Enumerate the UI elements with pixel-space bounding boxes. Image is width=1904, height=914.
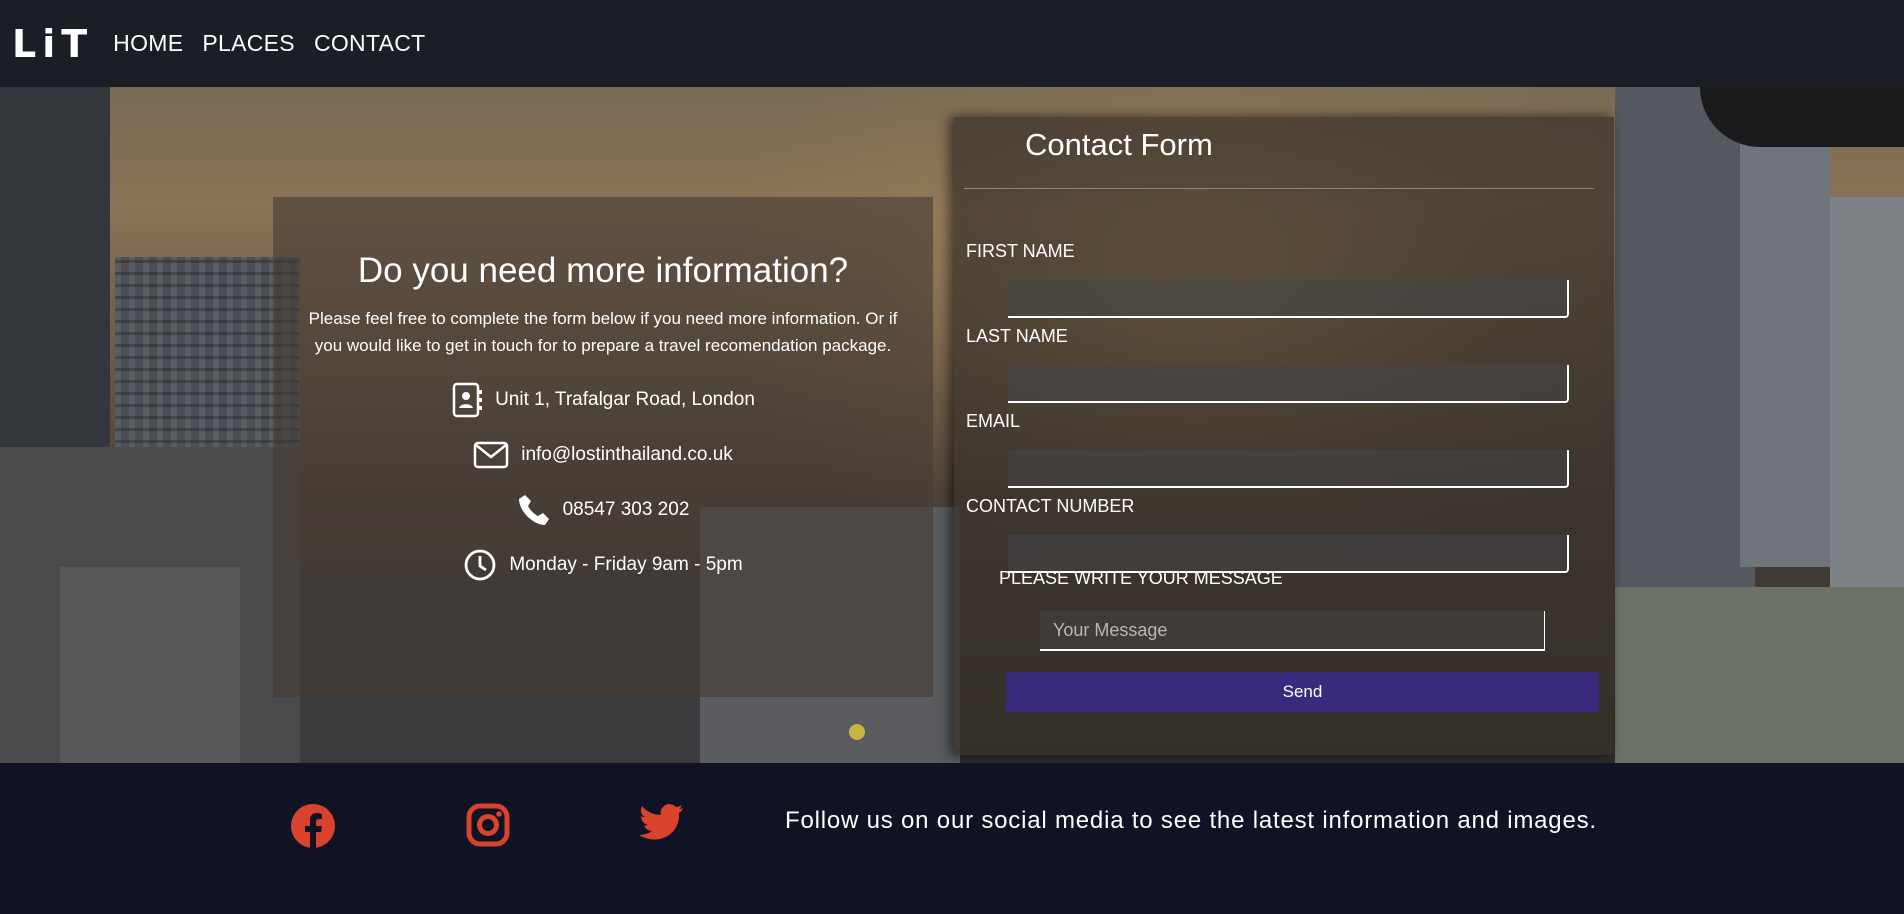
phone-line: 08547 303 202: [273, 491, 933, 529]
message-input[interactable]: [1040, 611, 1545, 651]
info-title: Do you need more information?: [357, 251, 849, 290]
nav-home-link[interactable]: HOME: [113, 30, 183, 57]
site-logo[interactable]: LiT: [12, 22, 93, 66]
building-right-low: [1615, 587, 1904, 763]
phone-icon: [518, 495, 549, 525]
nav-places-link[interactable]: PLACES: [202, 30, 295, 57]
hero-background: Do you need more information? Please fee…: [0, 87, 1904, 763]
first-name-input[interactable]: [1008, 280, 1569, 318]
facebook-icon[interactable]: [290, 803, 336, 849]
email-line: info@lostinthailand.co.uk: [273, 436, 933, 474]
phone-text[interactable]: 08547 303 202: [563, 499, 690, 521]
info-description-line-2: you would like to get in touch for to pr…: [314, 336, 892, 355]
nav-links: HOME PLACES CONTACT: [113, 30, 444, 57]
email-label: EMAIL: [966, 411, 1021, 431]
last-name-input[interactable]: [1008, 365, 1569, 403]
contact-number-label: CONTACT NUMBER: [966, 496, 1135, 516]
contact-book-icon: [452, 382, 483, 418]
last-name-label: LAST NAME: [966, 326, 1068, 346]
email-input[interactable]: [1008, 450, 1569, 488]
info-description-line-1: Please feel free to complete the form be…: [308, 309, 898, 328]
nav-contact-link[interactable]: CONTACT: [314, 30, 426, 57]
tower-right-2: [1740, 107, 1830, 567]
tower-right: [1615, 87, 1755, 647]
footer-text: Follow us on our social media to see the…: [785, 807, 1597, 834]
clock-icon: [464, 549, 496, 581]
contact-form: Contact Form FIRST NAME LAST NAME EMAIL …: [954, 117, 1614, 755]
balcony-left: [60, 567, 240, 763]
info-panel: Do you need more information? Please fee…: [273, 197, 933, 697]
address-line: Unit 1, Trafalgar Road, London: [273, 381, 933, 419]
envelope-icon: [473, 441, 509, 469]
twitter-icon[interactable]: [638, 803, 684, 843]
message-label: PLEASE WRITE YOUR MESSAGE: [999, 568, 1283, 588]
hours-text: Monday - Friday 9am - 5pm: [509, 554, 743, 575]
form-divider: [964, 188, 1594, 189]
send-button[interactable]: Send: [1006, 672, 1599, 712]
light-dot: [849, 724, 865, 740]
email-text[interactable]: info@lostinthailand.co.uk: [521, 444, 733, 466]
footer: Follow us on our social media to see the…: [0, 763, 1904, 914]
info-description: Please feel free to complete the form be…: [291, 305, 915, 359]
instagram-icon[interactable]: [466, 803, 510, 847]
hours-line: Monday - Friday 9am - 5pm: [273, 546, 933, 584]
building-left: [0, 87, 110, 507]
address-text: Unit 1, Trafalgar Road, London: [495, 389, 755, 410]
first-name-label: FIRST NAME: [966, 241, 1075, 261]
form-title: Contact Form: [1025, 127, 1213, 162]
frame-corner: [1700, 87, 1904, 147]
top-navbar: LiT HOME PLACES CONTACT: [0, 0, 1904, 87]
